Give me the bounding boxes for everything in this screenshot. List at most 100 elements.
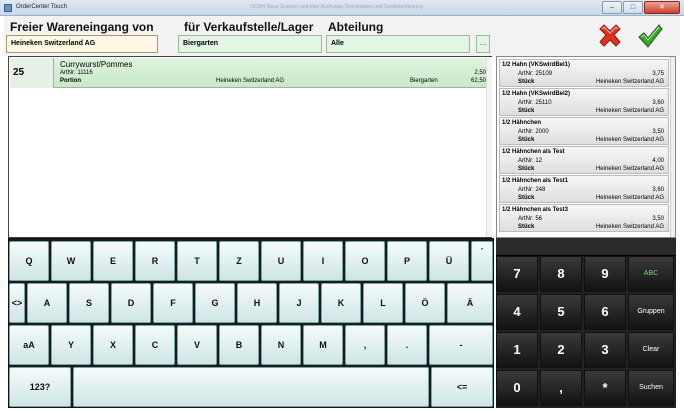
title-hint: OCMH Neue Scanner und eine Buchungs-Term…	[250, 4, 423, 10]
clear-button[interactable]: Clear	[628, 332, 674, 368]
article-unit: Stück	[518, 137, 535, 143]
order-scrollbar[interactable]	[486, 57, 492, 237]
key-mode-123[interactable]: 123?	[9, 367, 71, 407]
key-angle-brackets[interactable]: <>	[9, 283, 25, 323]
order-supplier: Heineken Switzerland AG	[216, 78, 285, 84]
article-supplier: Heineken Switzerland AG	[595, 195, 664, 201]
key-f[interactable]: F	[153, 283, 193, 323]
numpad-key-1[interactable]: 1	[496, 332, 538, 368]
article-name: 1/2 Hähnchen als Test1	[502, 178, 568, 184]
numpad-key-2[interactable]: 2	[540, 332, 582, 368]
key-y[interactable]: Y	[51, 325, 91, 365]
article-item[interactable]: 1/2 Hähnchen als Test ArtNr: 12 4,00 Stü…	[499, 146, 669, 174]
key-backspace[interactable]: <=	[431, 367, 493, 407]
key-n[interactable]: N	[261, 325, 301, 365]
department-field[interactable]: Alle	[326, 35, 470, 53]
key-p[interactable]: P	[387, 241, 427, 281]
key-ue[interactable]: Ü	[429, 241, 469, 281]
article-item[interactable]: 1/2 Hähnchen als Test3 ArtNr: 56 3,50 St…	[499, 204, 669, 232]
key-w[interactable]: W	[51, 241, 91, 281]
key-acute[interactable]: ´	[471, 241, 493, 281]
key-period[interactable]: .	[387, 325, 427, 365]
key-v[interactable]: V	[177, 325, 217, 365]
article-name: 1/2 Hahn (VKSwirdBel2)	[502, 91, 571, 97]
key-t[interactable]: T	[177, 241, 217, 281]
article-item[interactable]: 1/2 Hähnchen als Test1 ArtNr: 248 3,60 S…	[499, 175, 669, 203]
key-dash[interactable]: -	[429, 325, 493, 365]
key-h[interactable]: H	[237, 283, 277, 323]
key-k[interactable]: K	[321, 283, 361, 323]
close-button[interactable]: ✕	[644, 1, 680, 14]
app-icon	[4, 4, 12, 12]
order-location: Biergarten	[410, 78, 438, 84]
confirm-check-icon[interactable]	[636, 22, 664, 50]
article-item[interactable]: 1/2 Hahn (VKSwirdBel2) ArtNr: 25110 3,60…	[499, 88, 669, 116]
article-price: 3,60	[652, 187, 664, 193]
abc-button[interactable]: ABC	[628, 256, 674, 292]
key-q[interactable]: Q	[9, 241, 49, 281]
key-l[interactable]: L	[363, 283, 403, 323]
article-name: 1/2 Hahn (VKSwirdBel1)	[502, 62, 571, 68]
numpad-key-6[interactable]: 6	[584, 294, 626, 330]
key-u[interactable]: U	[261, 241, 301, 281]
article-item[interactable]: 1/2 Hahn (VKSwirdBel1) ArtNr: 25109 3,75…	[499, 59, 669, 87]
article-supplier: Heineken Switzerland AG	[595, 137, 664, 143]
order-qty: 25	[10, 58, 54, 88]
article-list: 1/2 Hahn (VKSwirdBel1) ArtNr: 25109 3,75…	[496, 56, 676, 238]
numpad-display	[496, 238, 676, 256]
numpad-key-asterisk[interactable]: *	[584, 370, 626, 406]
article-artnr: ArtNr: 2000	[518, 129, 549, 135]
key-s[interactable]: S	[69, 283, 109, 323]
supplier-field[interactable]: Heineken Switzerland AG	[6, 35, 158, 53]
article-price: 3,50	[652, 129, 664, 135]
location-field[interactable]: Biergarten	[178, 35, 322, 53]
order-unit-price: 2,50	[474, 70, 486, 76]
numpad-key-4[interactable]: 4	[496, 294, 538, 330]
key-m[interactable]: M	[303, 325, 343, 365]
maximize-button[interactable]: □	[623, 1, 643, 14]
article-name: 1/2 Hähnchen	[502, 120, 542, 126]
label-supplier: Freier Wareneingang von	[10, 20, 154, 34]
key-z[interactable]: Z	[219, 241, 259, 281]
department-more-button[interactable]: ...	[476, 35, 490, 53]
groups-button[interactable]: Gruppen	[628, 294, 674, 330]
article-unit: Stück	[518, 166, 535, 172]
key-g[interactable]: G	[195, 283, 235, 323]
article-item[interactable]: 1/2 Hähnchen ArtNr: 2000 3,50 Stück Hein…	[499, 117, 669, 145]
article-supplier: Heineken Switzerland AG	[595, 108, 664, 114]
key-oe[interactable]: Ö	[405, 283, 445, 323]
key-a[interactable]: A	[27, 283, 67, 323]
numpad-key-0[interactable]: 0	[496, 370, 538, 406]
cancel-x-icon[interactable]	[596, 22, 624, 50]
article-unit: Stück	[518, 195, 535, 201]
key-o[interactable]: O	[345, 241, 385, 281]
order-total: 62,50	[470, 78, 486, 84]
article-unit: Stück	[518, 79, 535, 85]
numpad-key-5[interactable]: 5	[540, 294, 582, 330]
article-price: 3,60	[652, 100, 664, 106]
article-price: 3,75	[652, 71, 664, 77]
key-space[interactable]	[73, 367, 429, 407]
numpad-key-comma[interactable]: ,	[540, 370, 582, 406]
key-i[interactable]: I	[303, 241, 343, 281]
window-controls: – □ ✕	[602, 1, 680, 14]
article-scrollbar[interactable]	[670, 57, 675, 237]
key-ae[interactable]: Ä	[447, 283, 493, 323]
minimize-button[interactable]: –	[602, 1, 622, 14]
numpad: 7 8 9 ABC 4 5 6 Gruppen 1 2 3 Clear 0 , …	[496, 238, 676, 408]
numpad-key-8[interactable]: 8	[540, 256, 582, 292]
numpad-key-3[interactable]: 3	[584, 332, 626, 368]
key-c[interactable]: C	[135, 325, 175, 365]
key-e[interactable]: E	[93, 241, 133, 281]
order-row[interactable]: 25 Currywurst/Pommes ArtNr: 11116 Portio…	[10, 58, 492, 88]
key-d[interactable]: D	[111, 283, 151, 323]
key-x[interactable]: X	[93, 325, 133, 365]
numpad-key-9[interactable]: 9	[584, 256, 626, 292]
key-shift[interactable]: aA	[9, 325, 49, 365]
numpad-key-7[interactable]: 7	[496, 256, 538, 292]
search-button[interactable]: Suchen	[628, 370, 674, 406]
key-comma[interactable]: ,	[345, 325, 385, 365]
key-j[interactable]: J	[279, 283, 319, 323]
key-r[interactable]: R	[135, 241, 175, 281]
key-b[interactable]: B	[219, 325, 259, 365]
